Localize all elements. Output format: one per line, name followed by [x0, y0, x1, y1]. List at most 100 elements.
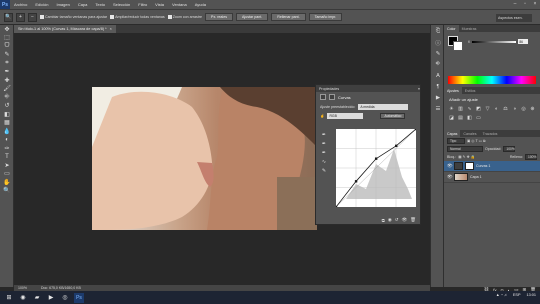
zoom-out-icon[interactable]: −	[28, 12, 37, 22]
color-balance-icon[interactable]: ⚖	[502, 105, 509, 112]
vibrance-icon[interactable]: ▽	[484, 105, 491, 112]
tab-layers[interactable]: Capas	[444, 130, 461, 137]
menu-ventana[interactable]: Ventana	[168, 2, 191, 7]
clone-source-icon[interactable]: ⎆	[433, 60, 443, 69]
marquee-icon[interactable]: ⬚	[2, 34, 12, 42]
close-icon[interactable]: ×	[530, 0, 540, 7]
channel-select[interactable]: RGB	[327, 112, 364, 119]
actual-pixels-button[interactable]: Px. reales	[205, 13, 234, 21]
fill-field[interactable]: 100%	[525, 154, 537, 160]
fit-screen-button[interactable]: Ajustar pant.	[236, 13, 269, 21]
path-select-icon[interactable]: ➤	[2, 161, 12, 169]
view-previous-icon[interactable]: ◉	[388, 217, 392, 223]
curve-control-point[interactable]	[374, 157, 378, 160]
black-point-eyedropper-icon[interactable]: ✒	[320, 130, 328, 139]
pencil-icon[interactable]: ✎	[320, 166, 328, 175]
eyedropper-icon[interactable]: ✒	[2, 68, 12, 76]
hand-adjust-icon[interactable]: ☝	[320, 114, 324, 118]
background-color-swatch[interactable]	[453, 41, 463, 51]
language-indicator[interactable]: ESP	[513, 293, 521, 297]
visibility-icon[interactable]: 👁	[402, 217, 408, 223]
k-slider[interactable]: K 86	[468, 39, 529, 44]
brush-panel-icon[interactable]: ✎	[433, 49, 443, 58]
properties-dock-icon[interactable]: ☰	[433, 104, 443, 113]
history-brush-icon[interactable]: ↺	[2, 102, 12, 110]
folder-icon[interactable]: ▰	[32, 293, 42, 303]
minimize-icon[interactable]: –	[510, 0, 520, 7]
layer-curves[interactable]: 👁 Curvas 1	[444, 161, 540, 172]
type-icon[interactable]: T	[2, 153, 12, 161]
white-point-eyedropper-icon[interactable]: ✒	[320, 148, 328, 157]
brush-icon[interactable]: 🖌	[2, 85, 12, 93]
actions-icon[interactable]: ▶	[433, 93, 443, 102]
maximize-icon[interactable]: ▫	[520, 0, 530, 7]
menu-edicion[interactable]: Edición	[31, 2, 52, 7]
zoom-icon[interactable]: 🔍	[2, 187, 12, 195]
curves-icon[interactable]: ∿	[466, 105, 473, 112]
tab-swatches[interactable]: Muestras	[459, 25, 480, 32]
levels-icon[interactable]: ▥	[457, 105, 464, 112]
fill-screen-button[interactable]: Rellenar pant.	[271, 13, 306, 21]
quick-select-icon[interactable]: ✎	[2, 51, 12, 59]
menu-vista[interactable]: Vista	[151, 2, 168, 7]
stamp-icon[interactable]: ⎆	[2, 93, 12, 101]
tab-styles[interactable]: Estilos	[462, 87, 479, 94]
exposure-icon[interactable]: ◩	[475, 105, 482, 112]
gradient-icon[interactable]: ▦	[2, 119, 12, 127]
opacity-field[interactable]: 100%	[503, 146, 516, 152]
layer-capa-1[interactable]: 👁 Capa 1	[444, 172, 540, 183]
menu-filtro[interactable]: Filtro	[134, 2, 151, 7]
lock-icons[interactable]: ▦ ✎ ✥ 🔒	[458, 155, 475, 159]
lasso-icon[interactable]: ᗜ	[2, 42, 12, 50]
resize-windows-checkbox[interactable]: Cambiar tamaño ventanas para ajustar	[40, 15, 107, 19]
blur-icon[interactable]: 💧	[2, 127, 12, 135]
eraser-icon[interactable]: ◧	[2, 110, 12, 118]
photoshop-taskbar-icon[interactable]: Ps	[74, 292, 84, 303]
blend-mode-select[interactable]: Normal	[447, 146, 483, 152]
curves-graph[interactable]	[336, 129, 416, 207]
menu-ayuda[interactable]: Ayuda	[191, 2, 210, 7]
hand-icon[interactable]: ✋	[2, 178, 12, 186]
kind-filter-select[interactable]: Tipo	[447, 138, 465, 144]
info-icon[interactable]: ⓘ	[433, 38, 443, 47]
close-tab-icon[interactable]: ×	[110, 27, 112, 31]
mask-icon[interactable]	[329, 94, 335, 100]
photo-filter-icon[interactable]: ◎	[520, 105, 527, 112]
dodge-icon[interactable]: ◐	[2, 136, 12, 144]
scrubby-zoom-checkbox[interactable]: Zoom con arrastre	[167, 15, 202, 19]
media-player-icon[interactable]: ▶	[46, 293, 56, 303]
history-icon[interactable]: ⎗	[433, 27, 443, 36]
filter-icons[interactable]: ▣ ◎ T ▭ ⧉	[467, 139, 486, 143]
hue-saturation-icon[interactable]: ◐	[493, 105, 500, 112]
auto-button[interactable]: Automático	[380, 112, 406, 119]
black-white-icon[interactable]: ◑	[511, 105, 518, 112]
character-icon[interactable]: A	[433, 71, 443, 80]
crop-icon[interactable]: ⌗	[2, 59, 12, 67]
preset-select[interactable]: A medida	[358, 103, 409, 110]
tab-paths[interactable]: Trazados	[480, 130, 501, 137]
curve-edit-icon[interactable]: ∿	[320, 157, 328, 166]
menu-archivo[interactable]: Archivo	[10, 2, 31, 7]
print-size-button[interactable]: Tamaño impr.	[308, 13, 343, 21]
canvas-image[interactable]	[92, 87, 317, 230]
panel-menu-icon[interactable]: ≡	[418, 87, 420, 91]
healing-icon[interactable]: ✚	[2, 76, 12, 84]
zoom-tool-icon[interactable]: 🔍	[4, 12, 13, 22]
menu-imagen[interactable]: Imagen	[52, 2, 73, 7]
browser-icon[interactable]: ◉	[18, 293, 28, 303]
curve-control-point[interactable]	[354, 180, 358, 183]
eye-icon[interactable]: 👁	[447, 163, 453, 169]
threshold-icon[interactable]: ◧	[466, 114, 473, 121]
curve-control-point[interactable]	[336, 205, 338, 207]
start-icon[interactable]: ⊞	[4, 293, 14, 303]
tab-adjustments[interactable]: Ajustes	[444, 87, 462, 94]
menu-texto[interactable]: Texto	[91, 2, 109, 7]
paragraph-icon[interactable]: ¶	[433, 82, 443, 91]
chrome-icon[interactable]: ◎	[60, 293, 70, 303]
menu-seleccion[interactable]: Selección	[109, 2, 134, 7]
curve-control-point[interactable]	[414, 129, 416, 131]
clock[interactable]: 13:01	[526, 293, 536, 297]
tab-channels[interactable]: Canales	[460, 130, 479, 137]
menu-capa[interactable]: Capa	[74, 2, 92, 7]
document-tab[interactable]: Sin título-1 al 100% (Curvas 1, Máscara …	[14, 25, 116, 33]
